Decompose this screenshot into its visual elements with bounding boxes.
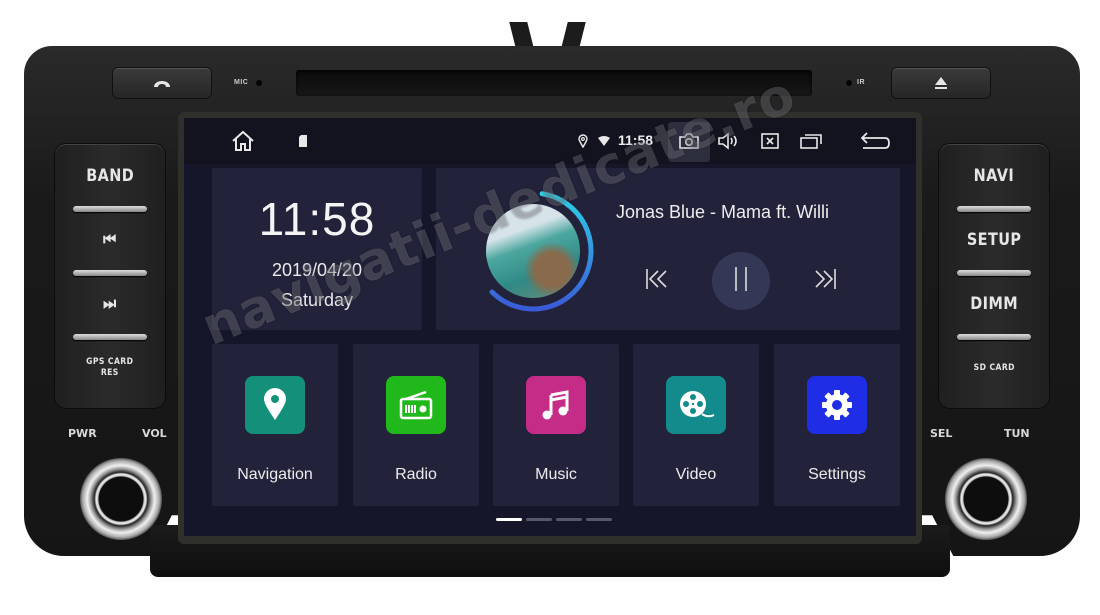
volume-button[interactable] <box>716 129 742 153</box>
pause-icon <box>735 267 747 291</box>
music-note-icon <box>526 376 586 434</box>
left-button-panel: BAND ⏮ ⏭ GPS CARD RES <box>54 143 166 409</box>
clock-widget[interactable]: 11:58 2019/04/20 Saturday <box>212 168 422 330</box>
radio-icon <box>386 376 446 434</box>
app-label: Settings <box>808 466 866 483</box>
ir-sensor <box>846 80 852 86</box>
album-art[interactable] <box>486 204 580 298</box>
film-reel-icon <box>666 376 726 434</box>
dimm-button[interactable]: DIMM <box>939 272 1049 340</box>
gps-card-reset-label: GPS CARD RES <box>86 357 134 378</box>
page-dot[interactable] <box>496 518 522 521</box>
wifi-icon <box>598 136 610 146</box>
power-volume-knob[interactable] <box>80 458 162 540</box>
app-navigation[interactable]: Navigation <box>212 344 338 506</box>
home-button[interactable] <box>228 129 258 153</box>
previous-icon <box>646 269 667 289</box>
clock-time: 11:58 <box>258 193 376 245</box>
back-button[interactable] <box>858 129 892 153</box>
next-icon <box>815 269 836 289</box>
ir-label: IR <box>857 79 865 86</box>
home-icon <box>232 130 254 151</box>
pwr-label: PWR <box>68 427 97 440</box>
disc-slot <box>296 70 812 96</box>
setup-button[interactable]: SETUP <box>939 208 1049 276</box>
gear-icon <box>807 376 867 434</box>
next-track-button[interactable]: ⏭ <box>55 272 165 340</box>
next-button[interactable] <box>806 262 840 296</box>
page-dot[interactable] <box>526 518 552 521</box>
eject-icon <box>935 77 947 89</box>
page-dot[interactable] <box>556 518 582 521</box>
dimm-label: DIMM <box>970 294 1018 314</box>
location-status <box>577 129 589 153</box>
sel-label: SEL <box>930 427 953 440</box>
app-label: Navigation <box>237 466 313 483</box>
android-home-screen: 11:58 11:58 2019/04/20 Saturday Jonas Bl… <box>184 118 916 536</box>
next-track-icon: ⏭ <box>103 294 117 314</box>
navi-button[interactable]: NAVI <box>939 144 1049 212</box>
recent-apps-icon <box>800 134 822 149</box>
song-title: Jonas Blue - Mama ft. Willi <box>616 202 830 222</box>
app-label: Music <box>535 466 577 483</box>
gps-card-reset-button[interactable]: GPS CARD RES <box>55 336 165 400</box>
previous-track-button[interactable]: ⏮ <box>55 208 165 276</box>
wifi-status <box>597 129 611 153</box>
band-button[interactable]: BAND <box>55 144 165 212</box>
phone-hangup-icon <box>154 81 170 87</box>
head-unit-photo: MIC IR BAND ⏮ ⏭ GPS CARD RES PWR VOL NAV… <box>0 0 1100 615</box>
vol-label: VOL <box>142 427 167 440</box>
page-dot[interactable] <box>586 518 612 521</box>
app-label: Video <box>675 466 717 483</box>
mic-label: MIC <box>234 79 249 86</box>
sd-card-icon <box>299 135 307 147</box>
mic-hole <box>256 80 262 86</box>
sd-card-button[interactable]: SD CARD <box>939 336 1049 400</box>
tun-label: TUN <box>1004 427 1030 440</box>
clock-date: 2019/04/20 <box>271 260 363 280</box>
setup-label: SETUP <box>966 230 1022 250</box>
pause-button[interactable] <box>724 262 758 296</box>
app-radio[interactable]: Radio <box>353 344 479 506</box>
close-app-icon <box>761 133 779 149</box>
app-label: Radio <box>395 466 437 483</box>
status-bar: 11:58 <box>184 118 916 164</box>
previous-button[interactable] <box>642 262 676 296</box>
screen-bezel: 11:58 11:58 2019/04/20 Saturday Jonas Bl… <box>178 112 922 544</box>
music-widget: Jonas Blue - Mama ft. Willi <box>436 168 900 330</box>
app-music[interactable]: Music <box>493 344 619 506</box>
close-app-button[interactable] <box>758 129 782 153</box>
band-label: BAND <box>85 166 134 186</box>
screenshot-button[interactable] <box>676 129 702 153</box>
map-pin-icon <box>245 376 305 434</box>
sd-card-label: SD CARD <box>973 362 1015 373</box>
navi-label: NAVI <box>973 166 1015 186</box>
select-tune-knob[interactable] <box>945 458 1027 540</box>
app-video[interactable]: Video <box>633 344 759 506</box>
volume-icon <box>718 132 737 150</box>
right-button-panel: NAVI SETUP DIMM SD CARD <box>938 143 1050 409</box>
previous-track-icon: ⏮ <box>103 230 117 250</box>
back-icon <box>860 132 890 149</box>
location-icon <box>578 134 588 148</box>
page-indicator <box>496 518 612 521</box>
call-button[interactable] <box>112 67 212 99</box>
app-settings[interactable]: Settings <box>774 344 900 506</box>
screenshot-camera-icon <box>679 133 699 149</box>
recent-apps-button[interactable] <box>798 129 824 153</box>
eject-button[interactable] <box>891 67 991 99</box>
sd-card-status <box>296 129 310 153</box>
clock-day: Saturday <box>280 290 354 310</box>
status-time: 11:58 <box>618 132 654 148</box>
